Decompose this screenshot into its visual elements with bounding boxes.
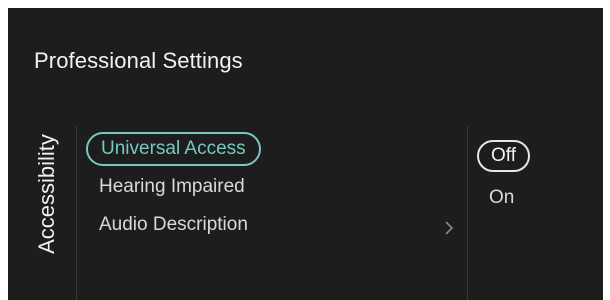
option-on[interactable]: On	[477, 182, 526, 214]
category-label-accessibility[interactable]: Accessibility	[34, 134, 60, 254]
option-off[interactable]: Off	[477, 140, 530, 172]
menu-item-hearing-impaired[interactable]: Hearing Impaired	[86, 170, 258, 204]
settings-panel: Professional Settings Accessibility Univ…	[8, 8, 603, 300]
menu-item-universal-access[interactable]: Universal Access	[86, 132, 261, 166]
page-title: Professional Settings	[34, 48, 243, 73]
menu-item-audio-description[interactable]: Audio Description	[86, 208, 261, 242]
chevron-right-icon	[445, 221, 454, 235]
category-column: Accessibility	[8, 126, 76, 300]
column-divider-right	[467, 126, 468, 300]
column-divider-left	[76, 126, 77, 300]
